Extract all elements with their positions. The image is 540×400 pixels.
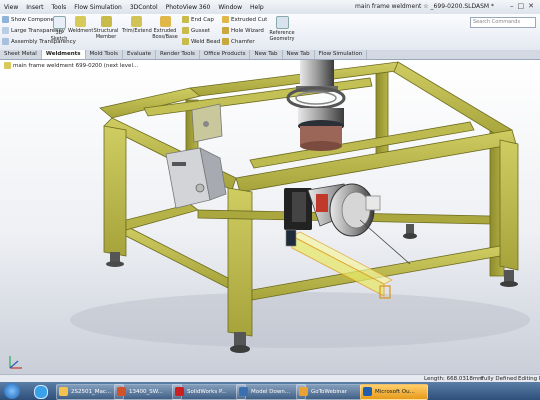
3d-sketch-button[interactable]: 3D Sketch — [48, 16, 70, 42]
weld-bead-icon — [182, 38, 189, 45]
command-manager-ribbon: Show Components Large Transparency Assem… — [0, 14, 540, 51]
hole-wizard-icon — [222, 27, 229, 34]
menu-photoview[interactable]: PhotoView 360 — [162, 4, 215, 11]
extruded-boss-button[interactable]: Extruded Boss/Base — [150, 16, 180, 40]
windows-taskbar: 2S2501_Mac... 13400_SW... SolidWorks P..… — [0, 382, 540, 400]
menu-view[interactable]: View — [0, 4, 22, 11]
ground-shadow — [70, 292, 530, 348]
clamp-block — [285, 229, 297, 247]
menu-tools[interactable]: Tools — [47, 4, 70, 11]
weld-bead-button[interactable]: Weld Bead — [182, 38, 220, 45]
reference-geometry-button[interactable]: Reference Geometry — [266, 16, 298, 42]
ie-icon[interactable] — [34, 385, 48, 399]
folder-icon — [59, 387, 68, 396]
gusset-button[interactable]: Gusset — [182, 27, 210, 34]
browser-icon — [239, 387, 248, 396]
menu-3dcontrol[interactable]: 3DContol — [126, 4, 162, 11]
menu-flow-simulation[interactable]: Flow Simulation — [70, 4, 126, 11]
end-cap-button[interactable]: End Cap — [182, 16, 214, 23]
electrical-box — [165, 147, 227, 209]
weldment-frame-model[interactable] — [0, 60, 540, 374]
tab-render-tools[interactable]: Render Tools — [156, 50, 200, 59]
extruded-cut-icon — [222, 16, 229, 23]
trim-extend-button[interactable]: Trim/Extend — [122, 16, 152, 34]
close-icon[interactable]: ✕ — [528, 2, 534, 10]
maximize-icon[interactable]: □ — [518, 2, 525, 10]
bracket-hole — [203, 121, 209, 127]
weldment-button[interactable]: Weldment — [68, 16, 93, 34]
taskbar-item-gotowebinar[interactable]: GoToWebinar — [296, 384, 370, 400]
taskbar-item-solidworks[interactable]: SolidWorks P... — [172, 384, 246, 400]
window-controls: – □ ✕ — [510, 2, 534, 10]
reference-geometry-icon — [275, 16, 289, 29]
tab-sheet-metal[interactable]: Sheet Metal — [0, 50, 42, 59]
tab-new-tab-1[interactable]: New Tab — [250, 50, 283, 59]
end-cap-icon — [182, 16, 189, 23]
command-tabs: Sheet Metal Weldments Mold Tools Evaluat… — [0, 50, 540, 60]
menu-help[interactable]: Help — [246, 4, 268, 11]
menu-bar: View Insert Tools Flow Simulation 3DCont… — [0, 0, 540, 15]
tab-evaluate[interactable]: Evaluate — [123, 50, 157, 59]
extrude-icon — [159, 16, 171, 27]
minimize-icon[interactable]: – — [510, 2, 514, 10]
tab-mold-tools[interactable]: Mold Tools — [86, 50, 123, 59]
view-triad-icon — [9, 356, 22, 369]
extruded-cut-button[interactable]: Extruded Cut — [222, 16, 267, 23]
gusset-icon — [182, 27, 189, 34]
tab-weldments[interactable]: Weldments — [41, 50, 86, 59]
trim-extend-icon — [130, 16, 142, 27]
hole-wizard-button[interactable]: Hole Wizard — [222, 27, 264, 34]
transparency-icon — [2, 27, 9, 34]
window-title: main frame weldment ☆ _699-0200.SLDASM * — [355, 3, 495, 10]
menu-window[interactable]: Window — [214, 4, 246, 11]
gotowebinar-icon — [299, 387, 308, 396]
assembly-icon — [2, 38, 9, 45]
powerpoint-icon — [117, 387, 126, 396]
weldment-icon — [74, 16, 86, 27]
chamfer-icon — [222, 38, 229, 45]
graphics-viewport[interactable]: main frame weldment 699-0200 (next level… — [0, 60, 540, 374]
taskbar-item-outlook[interactable]: Microsoft Ou... — [360, 384, 428, 400]
structural-member-button[interactable]: Structural Member — [92, 16, 120, 40]
outlook-icon — [363, 387, 372, 396]
start-orb-icon[interactable] — [4, 383, 20, 399]
solidworks-icon — [175, 387, 184, 396]
menu-insert[interactable]: Insert — [22, 4, 47, 11]
tab-new-tab-2[interactable]: New Tab — [283, 50, 315, 59]
search-commands-input[interactable]: Search Commands — [470, 17, 536, 28]
structural-member-icon — [100, 16, 112, 27]
components-icon — [2, 16, 9, 23]
tab-flow-simulation[interactable]: Flow Simulation — [315, 50, 368, 59]
chamfer-button[interactable]: Chamfer — [222, 38, 255, 45]
sketch-icon — [52, 16, 66, 29]
tab-office-products[interactable]: Office Products — [200, 50, 251, 59]
